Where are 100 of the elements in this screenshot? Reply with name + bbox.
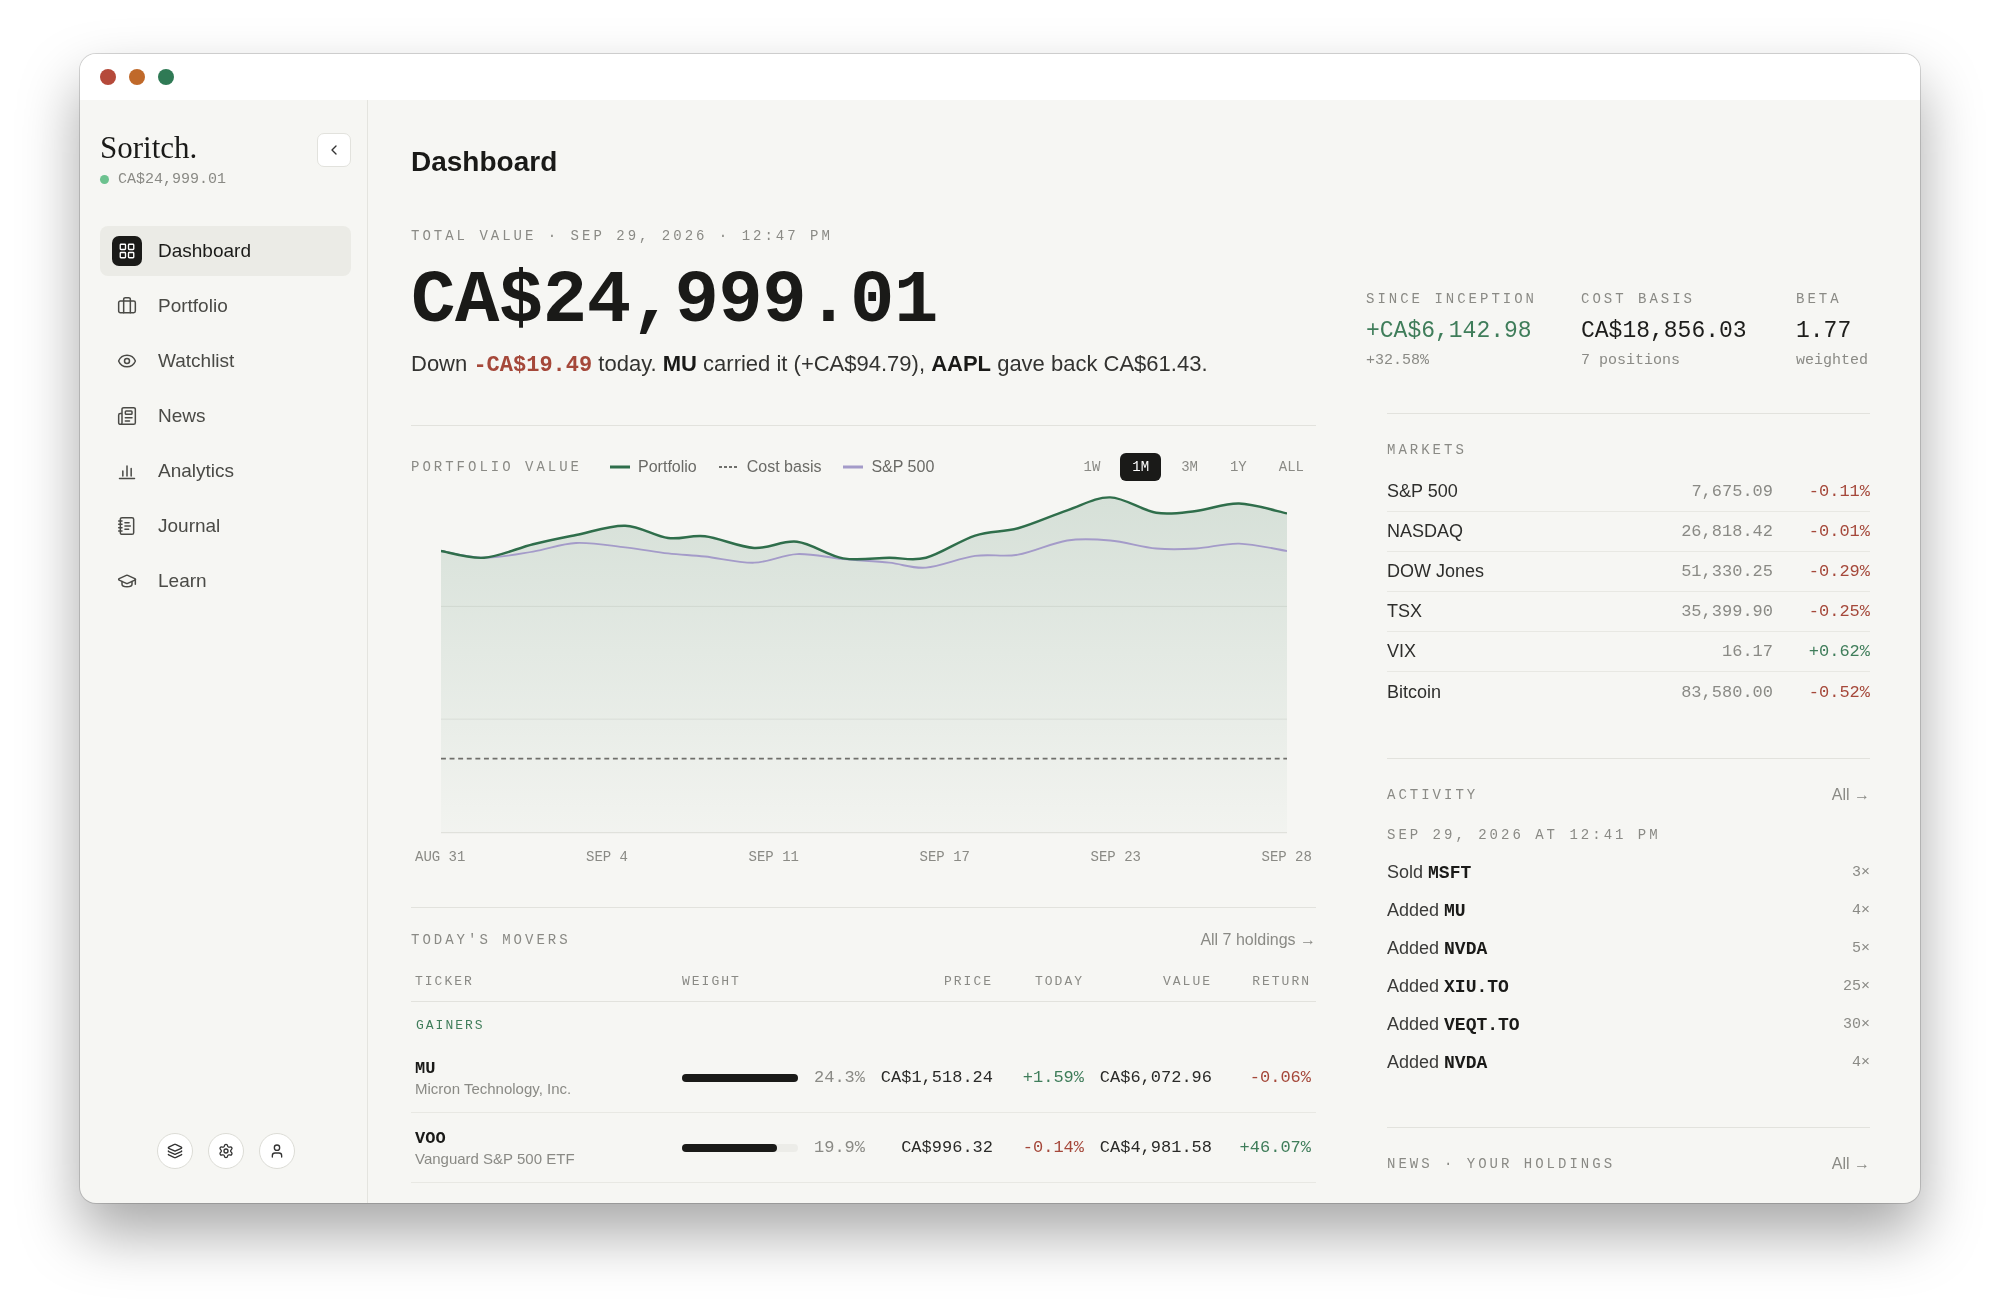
activity-quantity: 3×: [1852, 863, 1870, 881]
section-title: TODAY'S MOVERS: [411, 931, 571, 950]
price-cell-text: CA$1,518.24: [879, 1068, 993, 1087]
x-axis-label: AUG 31: [415, 849, 466, 865]
section-title: NEWS · YOUR HOLDINGS: [1387, 1155, 1616, 1174]
legend-item: S&P 500: [843, 458, 935, 476]
today-change-cell-text: +1.59%: [1021, 1068, 1084, 1087]
market-name: VIX: [1387, 641, 1417, 662]
settings-icon: [217, 1143, 234, 1159]
minimize-window-button[interactable]: [129, 69, 145, 85]
stat-value: CA$18,856.03: [1581, 318, 1748, 344]
ticker-symbol: MU: [415, 1058, 437, 1078]
market-change: -0.01%: [1807, 522, 1870, 541]
stat-note: weighted: [1796, 352, 1869, 369]
section-title: MARKETS: [1387, 441, 1468, 460]
x-axis-label: SEP 11: [748, 849, 799, 865]
market-name: TSX: [1387, 601, 1423, 622]
activity-quantity: 25×: [1843, 977, 1870, 995]
value-cell-text: CA$4,981.58: [1098, 1138, 1212, 1157]
legend-item: Portfolio: [610, 458, 697, 476]
return-cell-text: -0.06%: [1248, 1068, 1311, 1087]
holding-row[interactable]: VOO Vanguard S&P 500 ETF 19.9% CA$996.32 -0.14% CA$4,981.58 +46.07%: [411, 1113, 1316, 1183]
chart-title: PORTFOLIO VALUE: [411, 458, 583, 477]
activity-text: Added NVDA: [1387, 1051, 1488, 1073]
page-title: Dashboard: [411, 145, 559, 179]
stat-note: 7 positions: [1581, 352, 1682, 369]
grid-icon: [112, 236, 142, 266]
status-dot: [100, 175, 109, 184]
x-axis-label: SEP 4: [586, 849, 628, 865]
market-price: 83,580.00: [1680, 682, 1773, 702]
return-cell-text: +46.07%: [1238, 1138, 1311, 1157]
stat-value: +CA$6,142.98: [1366, 318, 1533, 344]
price-cell-text: CA$996.32: [900, 1138, 993, 1157]
nav-item[interactable]: Watchlist: [100, 336, 351, 386]
daily-summary: Down -CA$19.49 today. MU carried it (+CA$94.79), AAPL gave back CA$61.43.: [411, 350, 1209, 380]
activity-text: Added MU: [1387, 899, 1466, 921]
x-axis-label: SEP 17: [919, 849, 970, 865]
holding-row[interactable]: MU Micron Technology, Inc. 24.3% CA$1,518.24 +1.59% CA$6,072.96 -0.06%: [411, 1043, 1316, 1113]
weight-cell-text: 19.9%: [813, 1138, 865, 1157]
total-value-label: TOTAL VALUE · SEP 29, 2026 · 12:47 PM: [411, 227, 834, 246]
legend-line-icon: [718, 465, 739, 469]
activity-quantity: 4×: [1852, 1053, 1870, 1071]
x-axis-label: SEP 28: [1261, 849, 1312, 865]
market-price: 16.17: [1721, 642, 1773, 661]
market-change: +0.62%: [1807, 642, 1870, 661]
nav-item[interactable]: Journal: [100, 501, 351, 551]
market-change: -0.52%: [1807, 682, 1870, 702]
market-change: -0.29%: [1807, 562, 1870, 581]
close-window-button[interactable]: [100, 69, 116, 85]
activity-quantity: 5×: [1852, 939, 1870, 957]
range-tab[interactable]: 1M: [1120, 453, 1162, 481]
stat-label: COST BASIS: [1581, 290, 1696, 309]
legend-line-icon: [843, 465, 864, 469]
legend-item: Cost basis: [718, 458, 822, 476]
company-name: Micron Technology, Inc.: [415, 1079, 573, 1097]
nav-item[interactable]: Portfolio: [100, 281, 351, 331]
market-price: 26,818.42: [1680, 522, 1773, 541]
nav-item[interactable]: News: [100, 391, 351, 441]
group-label: GAINERS: [415, 1017, 486, 1035]
ticker-symbol: VOO: [415, 1128, 447, 1148]
activity-date: SEP 29, 2026 AT 12:41 PM: [1387, 826, 1662, 845]
stat-label: SINCE INCEPTION: [1366, 290, 1539, 309]
layers-icon: [166, 1143, 183, 1159]
x-axis-label: SEP 23: [1090, 849, 1141, 865]
company-name: Vanguard S&P 500 ETF: [415, 1149, 576, 1167]
nav-item[interactable]: Learn: [100, 556, 351, 606]
activity-text: Sold MSFT: [1387, 861, 1472, 883]
maximize-window-button[interactable]: [158, 69, 174, 85]
column-header: RETURN: [1251, 974, 1311, 989]
market-name: NASDAQ: [1387, 521, 1465, 542]
market-name: Bitcoin: [1387, 681, 1443, 703]
stat-value: 1.77: [1796, 318, 1853, 344]
value-cell-text: CA$6,072.96: [1098, 1068, 1212, 1087]
activity-quantity: 30×: [1843, 1015, 1870, 1033]
column-header: VALUE: [1162, 974, 1212, 989]
today-change-cell-text: -0.14%: [1021, 1138, 1084, 1157]
market-price: 35,399.90: [1680, 602, 1773, 621]
total-value: CA$24,999.01: [411, 258, 939, 345]
market-price: 7,675.09: [1690, 482, 1773, 501]
nav-item[interactable]: Dashboard: [100, 226, 351, 276]
stat-note: +32.58%: [1366, 352, 1430, 369]
column-header: TODAY: [1034, 974, 1084, 989]
column-header: PRICE: [943, 974, 993, 989]
legend-line-icon: [610, 465, 631, 469]
column-header: WEIGHT: [682, 974, 742, 989]
stat-label: BETA: [1796, 290, 1843, 309]
activity-text: Added VEQT.TO: [1387, 1013, 1520, 1035]
activity-text: Added NVDA: [1387, 937, 1488, 959]
market-change: -0.11%: [1807, 482, 1870, 501]
nav-item[interactable]: Analytics: [100, 446, 351, 496]
market-name: S&P 500: [1387, 481, 1459, 502]
brand-logo: Soritch.: [100, 130, 198, 166]
activity-text: Added XIU.TO: [1387, 975, 1509, 997]
profile-button[interactable]: [258, 1133, 295, 1169]
settings-button[interactable]: [207, 1133, 244, 1169]
market-name: DOW Jones: [1387, 561, 1486, 582]
weight-cell-text: 24.3%: [813, 1068, 865, 1087]
activity-quantity: 4×: [1852, 901, 1870, 919]
market-change: -0.25%: [1807, 602, 1870, 621]
layers-button[interactable]: [156, 1133, 193, 1169]
